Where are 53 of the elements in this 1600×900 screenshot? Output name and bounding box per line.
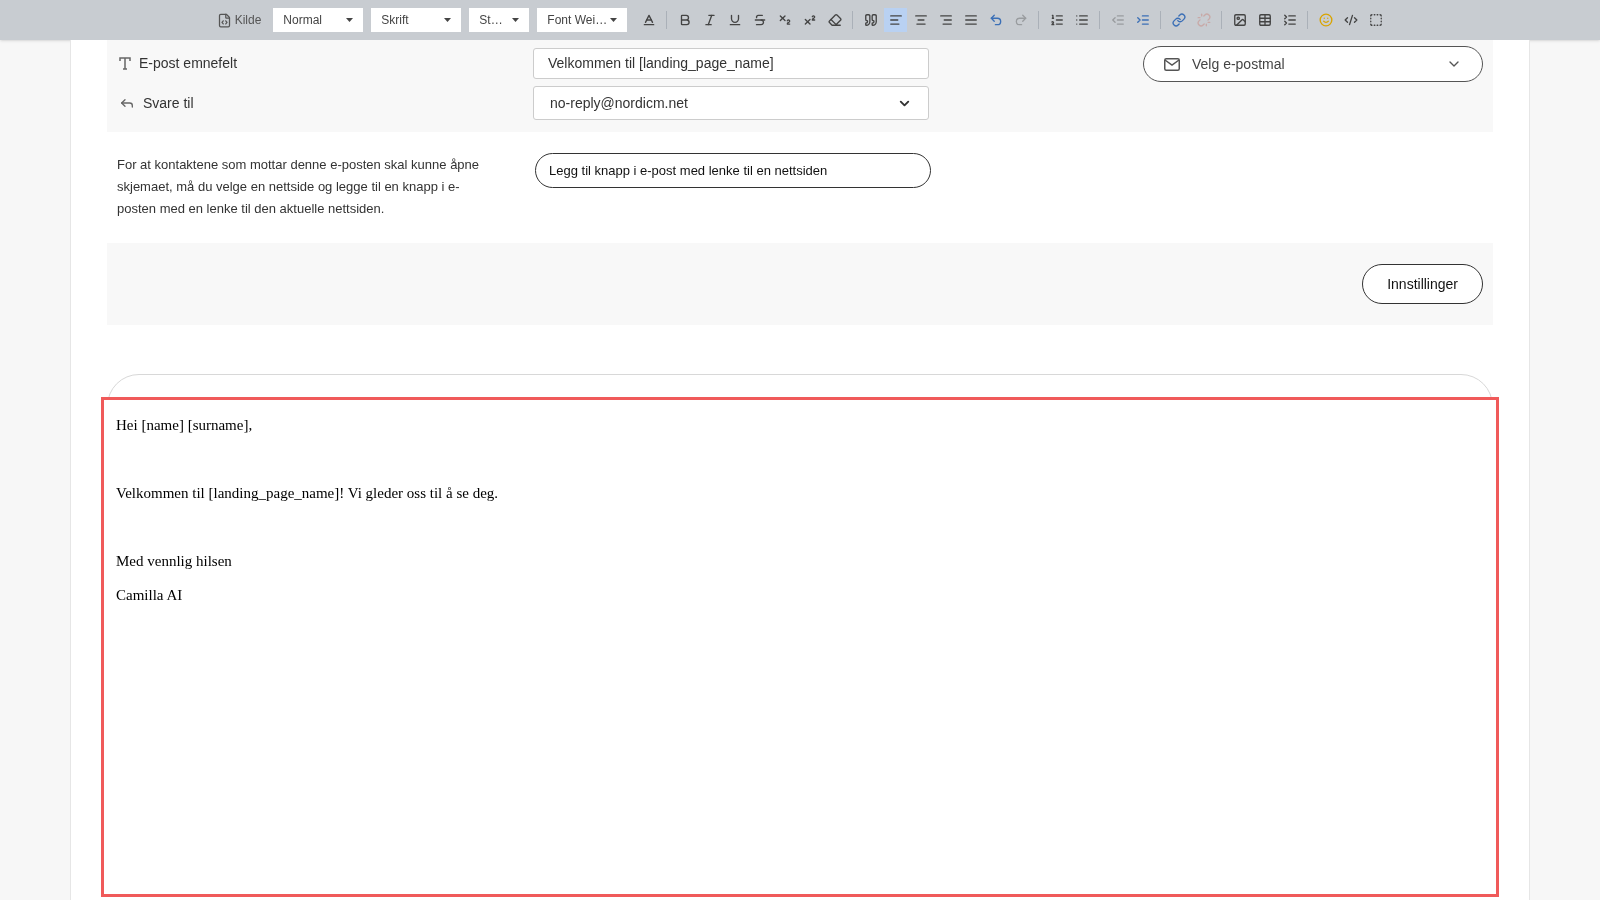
format-dropdown[interactable]: Font Wei… — [537, 8, 628, 32]
align-center-icon — [913, 13, 928, 27]
format-dropdown[interactable]: St… — [469, 8, 530, 32]
smiley-icon — [1318, 13, 1333, 27]
italic-icon — [702, 13, 717, 27]
link-icon — [1171, 13, 1186, 27]
field-label: Svare til — [143, 93, 194, 113]
table-icon — [1257, 13, 1272, 27]
underline-icon — [727, 13, 742, 27]
dropdown-arrow-icon — [444, 18, 452, 22]
field-label: E-post emnefelt — [139, 53, 238, 73]
reply-to-select[interactable]: no-reply@nordicm.net — [533, 86, 929, 120]
line-spacing-icon — [1282, 13, 1297, 27]
unlink-icon — [1196, 13, 1211, 27]
dropdown-arrow-icon — [610, 18, 618, 22]
add-button-link[interactable]: Legg til knapp i e-post med lenke til en nettsiden — [535, 153, 931, 188]
image-icon — [1232, 13, 1247, 27]
format-dropdown[interactable]: Skrift — [371, 8, 462, 32]
subject-field[interactable]: Velkommen til [landing_page_name] — [533, 47, 929, 79]
superscript-icon — [802, 13, 817, 27]
indent-icon — [1135, 13, 1150, 27]
landing-page-note: For at kontaktene som mottar denne e-posten skal kunne åpne skjemaet, må du velge en nettside og legge til en knapp i e-posten med en lenke til den aktuelle nettsiden. — [117, 156, 481, 218]
envelope-icon — [1164, 57, 1180, 71]
template-select[interactable]: Velg e-postmal — [1143, 46, 1483, 82]
dropdown-arrow-icon — [346, 18, 354, 22]
numbered-list-icon — [1049, 13, 1064, 27]
text-color-icon — [641, 13, 656, 27]
align-right-icon — [938, 13, 953, 27]
align-left-button[interactable] — [884, 8, 908, 32]
source-code-icon — [216, 12, 232, 28]
format-dropdown[interactable]: Normal — [273, 8, 364, 32]
outdent-icon — [1110, 13, 1125, 27]
align-left-icon — [888, 13, 903, 27]
align-justify-icon — [963, 13, 978, 27]
settings-button[interactable]: Innstillinger — [1362, 264, 1483, 304]
source-button[interactable]: Kilde — [212, 8, 266, 32]
template-placeholder: Velg e-postmal — [1192, 54, 1285, 74]
editor-content-area[interactable]: Hei [name] [surname], Velkommen til [landing_page_name]! Vi gleder oss til å se deg. Med vennlig hilsen Camilla AI — [101, 397, 1499, 897]
dashed-square-icon — [1368, 13, 1383, 27]
redo-icon — [1013, 13, 1028, 27]
bullet-list-icon — [1074, 13, 1089, 27]
email-text-line: Velkommen til [landing_page_name]! Vi gleder oss til å se deg. — [116, 485, 499, 501]
quote-icon — [863, 13, 878, 27]
eraser-icon — [827, 13, 842, 27]
email-text-line: Camilla AI — [116, 587, 183, 603]
subscript-icon — [777, 13, 792, 27]
undo-icon — [988, 13, 1003, 27]
email-text-line: Med vennlig hilsen — [116, 553, 232, 569]
text-icon — [119, 56, 131, 70]
email-text-line: Hei [name] [surname], — [116, 417, 253, 433]
strikethrough-icon — [752, 13, 767, 27]
code-icon — [1343, 13, 1358, 27]
dropdown-arrow-icon — [512, 18, 520, 22]
